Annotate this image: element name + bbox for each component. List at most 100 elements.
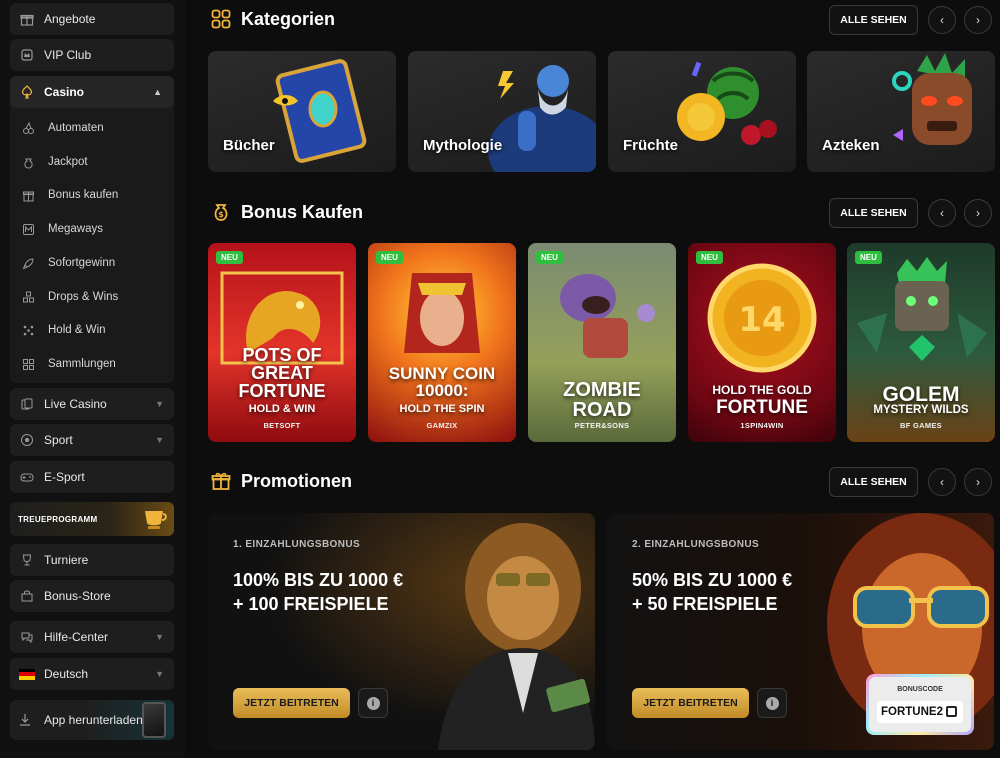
game-card[interactable]: 14 NEU HOLD THE GOLD FORTUNE 1SPIN4WIN bbox=[688, 243, 836, 442]
game-title-line: ROAD bbox=[572, 399, 632, 421]
sidebar-item-casino[interactable]: Casino ▲ bbox=[10, 76, 174, 108]
sidebar-item-vip-club[interactable]: VIP Club bbox=[10, 39, 174, 71]
section-title-promotionen: Promotionen bbox=[210, 470, 352, 492]
promo-headline: 100% BIS ZU 1000 € + 100 FREISPIELE bbox=[233, 568, 463, 617]
sidebar: Angebote VIP Club Casino ▲ Automaten Jac… bbox=[0, 0, 185, 758]
sidebar-item-language[interactable]: Deutsch ▼ bbox=[10, 658, 174, 690]
sidebar-subitem-bonus-kaufen[interactable]: Bonus kaufen bbox=[20, 182, 118, 208]
game-card[interactable]: NEU ZOMBIE ROAD PETER&SONS bbox=[528, 243, 676, 442]
game-title-line: GREAT bbox=[251, 363, 313, 383]
sidebar-item-label: Sport bbox=[44, 433, 73, 447]
store-icon bbox=[18, 587, 36, 605]
coin-number: 14 bbox=[738, 300, 785, 340]
chevron-down-icon: ▼ bbox=[155, 399, 164, 409]
sidebar-subitem-sofortgewinn[interactable]: Sofortgewinn bbox=[20, 250, 115, 276]
promo-kicker: 1. EINZAHLUNGSBONUS bbox=[233, 539, 361, 550]
category-card-mythologie[interactable]: Mythologie bbox=[408, 51, 596, 172]
prev-arrow-button[interactable]: ‹ bbox=[928, 6, 956, 34]
see-all-button[interactable]: ALLE SEHEN bbox=[829, 467, 918, 497]
trophy-icon bbox=[18, 551, 36, 569]
gift-icon bbox=[210, 470, 232, 492]
loyalty-program-banner[interactable]: TREUEPROGRAMM bbox=[10, 502, 174, 536]
join-now-button[interactable]: JETZT BEITRETEN bbox=[632, 688, 749, 718]
game-provider: PETER&SONS bbox=[574, 421, 630, 430]
sidebar-item-label: Angebote bbox=[44, 12, 96, 26]
sidebar-item-label: Deutsch bbox=[44, 667, 89, 681]
game-card[interactable]: NEU GOLEM MYSTERY WILDS BF GAMES bbox=[847, 243, 995, 442]
game-title-line: ZOMBIE bbox=[563, 379, 641, 401]
sidebar-item-sport[interactable]: Sport ▼ bbox=[10, 424, 174, 456]
game-card[interactable]: NEU SUNNY COIN 10000: HOLD THE SPIN GAMZ… bbox=[368, 243, 516, 442]
sidebar-item-turniere[interactable]: Turniere bbox=[10, 544, 174, 576]
sidebar-item-label: Hilfe-Center bbox=[44, 630, 109, 644]
sidebar-subitem-label: Jackpot bbox=[48, 156, 88, 168]
chevron-down-icon: ▼ bbox=[155, 632, 164, 642]
flag-de-icon bbox=[18, 665, 36, 683]
phone-icon bbox=[142, 702, 166, 738]
game-provider: GAMZIX bbox=[426, 421, 458, 430]
game-title-line: FORTUNE bbox=[716, 397, 808, 418]
crown-icon bbox=[18, 46, 36, 64]
game-title-line: GOLEM bbox=[882, 383, 960, 406]
game-title-line: FORTUNE bbox=[238, 381, 326, 401]
sidebar-item-label: Casino bbox=[44, 85, 85, 99]
game-subtitle: HOLD THE SPIN bbox=[399, 403, 485, 415]
gift-box-icon bbox=[20, 187, 36, 203]
blocks-icon bbox=[20, 289, 36, 305]
app-download-button[interactable]: App herunterladen bbox=[10, 700, 174, 740]
see-all-button[interactable]: ALLE SEHEN bbox=[829, 198, 918, 228]
gamepad-icon bbox=[18, 468, 36, 486]
bonus-code-box[interactable]: BONUSCODE FORTUNE2 bbox=[866, 674, 974, 735]
category-card-buecher[interactable]: Bücher bbox=[208, 51, 396, 172]
sidebar-subitem-sammlungen[interactable]: Sammlungen bbox=[20, 351, 116, 377]
bonus-code-label: BONUSCODE bbox=[897, 686, 943, 693]
cherry-icon bbox=[20, 120, 36, 136]
promo-card[interactable]: 1. EINZAHLUNGSBONUS 100% BIS ZU 1000 € +… bbox=[208, 513, 595, 750]
sidebar-subitem-jackpot[interactable]: Jackpot bbox=[20, 149, 88, 175]
sidebar-item-bonus-store[interactable]: Bonus-Store bbox=[10, 580, 174, 612]
new-badge: NEU bbox=[216, 251, 243, 264]
promo-headline-line: 50% BIS ZU 1000 € bbox=[632, 570, 793, 590]
game-provider: BETSOFT bbox=[263, 421, 301, 430]
chevron-down-icon: ▼ bbox=[155, 669, 164, 679]
grid-icon bbox=[210, 8, 232, 30]
category-card-fruechte[interactable]: Früchte bbox=[608, 51, 796, 172]
promo-card[interactable]: 2. EINZAHLUNGSBONUS 50% BIS ZU 1000 € + … bbox=[607, 513, 994, 750]
next-arrow-button[interactable]: › bbox=[964, 468, 992, 496]
sidebar-subitem-hold-win[interactable]: Hold & Win bbox=[20, 317, 106, 343]
info-button[interactable]: i bbox=[358, 688, 388, 718]
casino-menu: Casino ▲ Automaten Jackpot Bonus kaufen … bbox=[10, 76, 174, 383]
moneybag-icon: $ bbox=[210, 201, 232, 223]
see-all-button[interactable]: ALLE SEHEN bbox=[829, 5, 918, 35]
category-label: Bücher bbox=[223, 137, 275, 154]
bonus-code-value: FORTUNE2 bbox=[877, 701, 963, 723]
prev-arrow-button[interactable]: ‹ bbox=[928, 468, 956, 496]
sidebar-subitem-automaten[interactable]: Automaten bbox=[20, 115, 104, 141]
next-arrow-button[interactable]: › bbox=[964, 199, 992, 227]
game-provider: 1SPIN4WIN bbox=[740, 421, 784, 430]
megaways-icon bbox=[20, 221, 36, 237]
promo-headline-line: 100% BIS ZU 1000 € bbox=[233, 570, 404, 590]
category-card-azteken[interactable]: Azteken bbox=[807, 51, 995, 172]
next-arrow-button[interactable]: › bbox=[964, 6, 992, 34]
join-now-button[interactable]: JETZT BEITRETEN bbox=[233, 688, 350, 718]
sidebar-subitem-label: Sofortgewinn bbox=[48, 257, 116, 269]
promo-headline-line: + 50 FREISPIELE bbox=[632, 594, 778, 615]
sidebar-item-label: Live Casino bbox=[44, 397, 107, 411]
sidebar-subitem-drops-wins[interactable]: Drops & Wins bbox=[20, 284, 118, 310]
copy-icon[interactable] bbox=[946, 706, 957, 717]
sidebar-item-live-casino[interactable]: Live Casino ▼ bbox=[10, 388, 174, 420]
prev-arrow-button[interactable]: ‹ bbox=[928, 199, 956, 227]
game-title-line: SUNNY COIN bbox=[388, 364, 496, 383]
sidebar-item-hilfe-center[interactable]: Hilfe-Center ▼ bbox=[10, 621, 174, 653]
chat-icon bbox=[18, 628, 36, 646]
info-button[interactable]: i bbox=[757, 688, 787, 718]
game-card[interactable]: NEU POTS OF GREAT FORTUNE HOLD & WIN BET… bbox=[208, 243, 356, 442]
category-label: Azteken bbox=[822, 137, 880, 154]
sidebar-item-label: Turniere bbox=[44, 553, 89, 567]
moneybag-icon bbox=[20, 154, 36, 170]
sidebar-item-e-sport[interactable]: E-Sport bbox=[10, 461, 174, 493]
sidebar-subitem-megaways[interactable]: Megaways bbox=[20, 216, 103, 242]
section-title-bonus-kaufen: $ Bonus Kaufen bbox=[210, 201, 363, 223]
sidebar-item-angebote[interactable]: Angebote bbox=[10, 3, 174, 35]
